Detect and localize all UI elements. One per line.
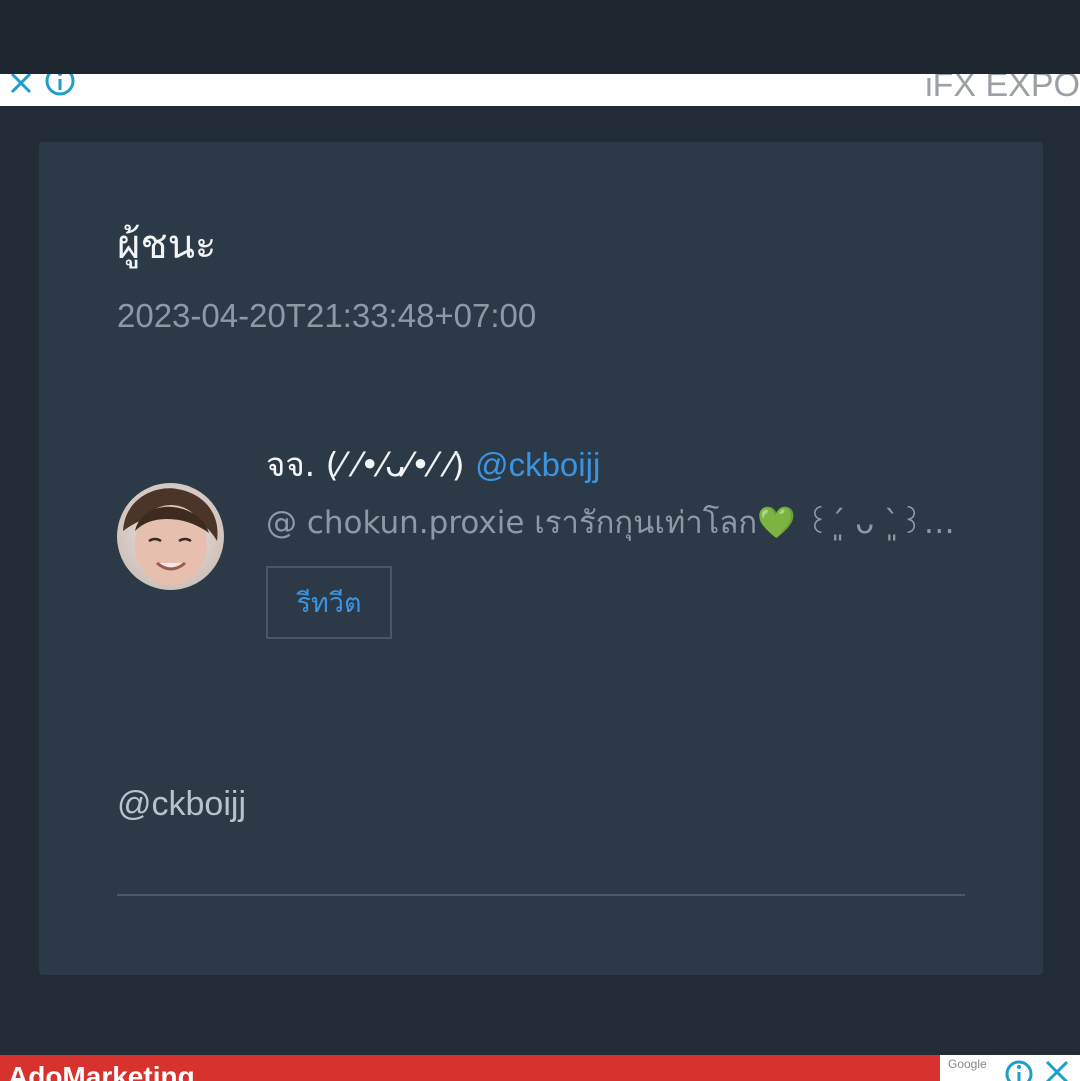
retweet-button[interactable]: รีทวีต (266, 566, 392, 639)
tweet-text: @ chokun.proxie เรารักกุนเท่าโลก💚 ꒰´͈ ᴗ … (266, 505, 955, 541)
top-bar (0, 0, 1080, 74)
post-timestamp: 2023-04-20T21:33:48+07:00 (117, 297, 537, 334)
info-icon[interactable] (45, 74, 77, 100)
close-icon[interactable] (8, 74, 38, 100)
google-label: Google (948, 1057, 987, 1071)
divider (117, 894, 965, 896)
tweet-handle-link[interactable]: @ckboijj (475, 446, 600, 483)
bottom-ad-text[interactable]: AdoMarketing (8, 1061, 195, 1081)
post-card: ผู้ชนะ 2023-04-20T21:33:48+07:00 จจ. (⁄ … (39, 142, 1043, 975)
info-icon[interactable] (1004, 1059, 1034, 1081)
tweet-author[interactable]: จจ. (⁄ ⁄•⁄ᴗ⁄•⁄ ⁄) @ckboijj (266, 438, 600, 491)
tweet-display-name: จจ. (⁄ ⁄•⁄ᴗ⁄•⁄ ⁄) (266, 445, 465, 484)
close-icon[interactable] (1044, 1059, 1070, 1081)
ad-banner[interactable]: iFX EXPO (0, 74, 1080, 106)
post-title: ผู้ชนะ (117, 222, 217, 268)
bottom-ad-controls: Google (940, 1055, 1080, 1081)
mention-text: @ckboijj (117, 785, 246, 823)
ad-brand-text[interactable]: iFX EXPO (925, 74, 1080, 105)
bottom-ad-banner[interactable]: AdoMarketing Google (0, 1055, 1080, 1081)
avatar[interactable] (117, 483, 224, 590)
